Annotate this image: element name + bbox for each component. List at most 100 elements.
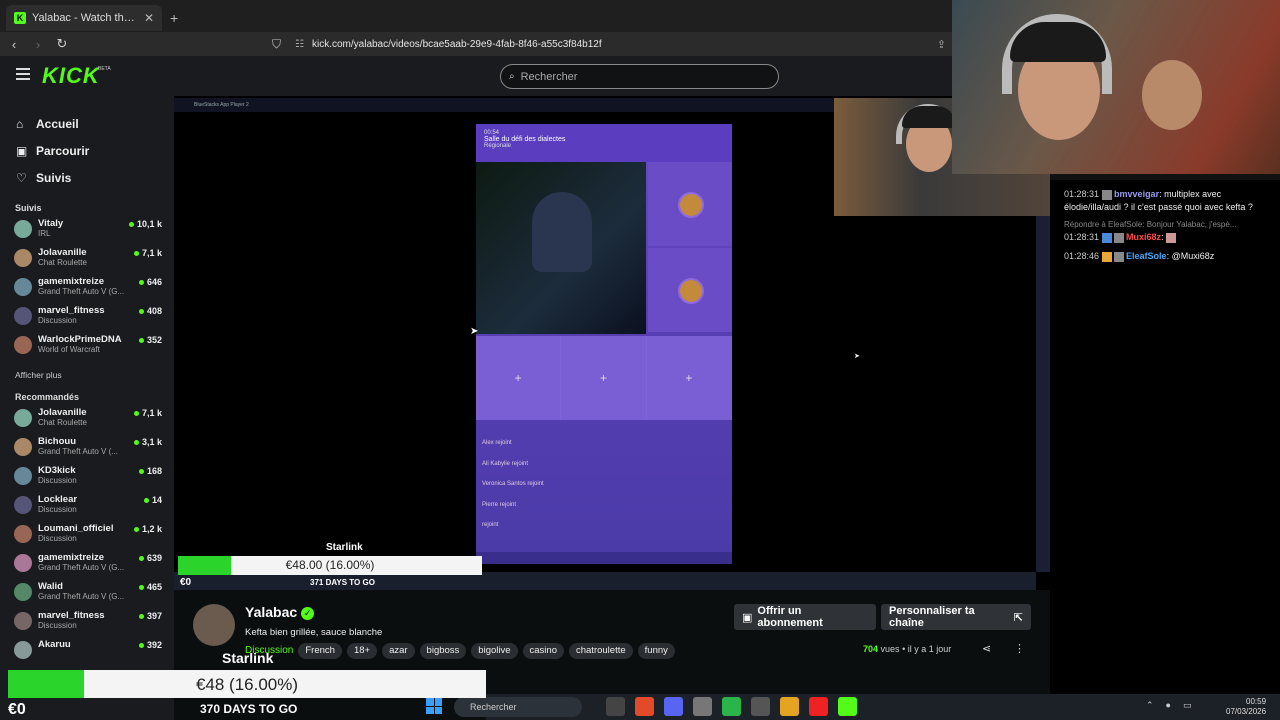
customize-channel-button[interactable]: Personnaliser ta chaîne ⇱ [881, 604, 1031, 630]
channel-category: Discussion [38, 621, 77, 630]
tag-chip[interactable]: casino [522, 643, 564, 659]
tag-chip[interactable]: bigolive [471, 643, 518, 659]
tag-chip[interactable]: chatroulette [568, 643, 633, 659]
channel-avatar [14, 496, 32, 514]
webcam-overlay-large [952, 0, 1280, 174]
chat-username[interactable]: Muxi68z [1126, 232, 1161, 242]
share-icon[interactable]: ⋖ [982, 642, 991, 655]
phone-bottom-bar [476, 552, 732, 564]
chevron-up-icon[interactable]: ⌃ [1146, 700, 1154, 711]
channel-avatar [14, 554, 32, 572]
clock[interactable]: 00:59 07/03/2026 [1226, 697, 1266, 717]
cursor-icon: ➤ [854, 353, 860, 360]
discord-icon[interactable] [664, 697, 683, 716]
channel-avatar [14, 249, 32, 267]
bluestacks-icon[interactable] [780, 697, 799, 716]
user-badge-icon [1102, 232, 1113, 243]
reload-icon[interactable]: ↻ [52, 36, 72, 52]
tag-chip[interactable]: bigboss [419, 643, 467, 659]
channel-category: Discussion [38, 316, 77, 325]
goal-label: Starlink [222, 650, 274, 666]
kick-favicon-icon: K [14, 12, 26, 24]
menu-icon[interactable] [16, 68, 30, 80]
sidebar-channel[interactable]: gamemixtreize Grand Theft Auto V (G... 639 [0, 549, 174, 578]
gift-sub-button[interactable]: ▣ Offrir un abonnement [734, 604, 876, 630]
goal-amount: €48 (16.00%) [195, 675, 299, 694]
chat-time: 01:28:46 [1064, 251, 1100, 261]
stream-title: Kefta bien grillée, sauce blanche [245, 627, 383, 638]
sidebar-channel[interactable]: Jolavanille Chat Roulette 7,1 k [0, 404, 174, 433]
bluestacks-titlebar: BlueStacks App Player 2 [174, 98, 834, 112]
tag-chip[interactable]: 18+ [346, 643, 378, 659]
settings-icon[interactable] [693, 697, 712, 716]
channel-avatar [14, 307, 32, 325]
search-placeholder: Rechercher [520, 70, 578, 83]
recommended-list: Jolavanille Chat Roulette 7,1 k Bichouu Gran… [0, 404, 174, 665]
viewer-count: 352 [139, 335, 162, 345]
network-icon[interactable]: ▭ [1183, 700, 1192, 711]
chat-username[interactable]: EleafSole [1126, 251, 1167, 261]
sidebar-channel[interactable]: Bichouu Grand Theft Auto V (... 3,1 k [0, 433, 174, 462]
streamer-avatar[interactable] [193, 604, 235, 646]
followed-list: Vitaly IRL 10,1 k Jolavanille Chat Roulette 7… [0, 215, 174, 360]
site-info-icon[interactable]: ☷ [295, 39, 304, 50]
tag-chip[interactable]: funny [637, 643, 675, 659]
url-field[interactable]: kick.com/yalabac/videos/bcae5aab-29e9-4f… [312, 39, 602, 50]
browser-tab[interactable]: K Yalabac - Watch the VOD on Kick ✕ [6, 5, 162, 31]
tag-chip[interactable]: French [298, 643, 342, 659]
more-options-icon[interactable]: ⋮ [1014, 642, 1025, 655]
sidebar-channel[interactable]: Loumani_officiel Discussion 1,2 k [0, 520, 174, 549]
file-explorer-icon[interactable] [606, 697, 625, 716]
microphone-icon[interactable]: ● [1166, 700, 1171, 711]
viewer-count: 7,1 k [134, 408, 162, 418]
bookmark-icon[interactable]: ⛉ [272, 37, 281, 52]
viewer-count: 1,2 k [134, 524, 162, 534]
tag-chip[interactable]: azar [382, 643, 415, 659]
sidebar-channel[interactable]: Akaruu 392 [0, 636, 174, 665]
viewer-count: 646 [139, 277, 162, 287]
channel-avatar [14, 583, 32, 601]
channel-category: Grand Theft Auto V (G... [38, 563, 125, 572]
sidebar-channel[interactable]: KD3kick Discussion 168 [0, 462, 174, 491]
kick-icon[interactable] [838, 697, 857, 716]
chat-username[interactable]: bmvveigar [1114, 189, 1159, 199]
streamer-name[interactable]: Yalabac ✓ [245, 604, 315, 620]
kick-logo[interactable]: KICK [42, 63, 100, 89]
guest-avatar-2 [678, 278, 704, 304]
verified-icon: ✓ [301, 606, 315, 620]
channel-avatar [14, 438, 32, 456]
emote-icon [1166, 232, 1177, 243]
app-icon[interactable] [751, 697, 770, 716]
sidebar-channel[interactable]: Walid Grand Theft Auto V (G... 465 [0, 578, 174, 607]
sidebar-channel[interactable]: Jolavanille Chat Roulette 7,1 k [0, 244, 174, 273]
brave-icon[interactable] [635, 697, 654, 716]
goal-days: 370 DAYS TO GO [200, 702, 298, 716]
share-icon[interactable]: ⇪ [937, 38, 946, 51]
site-header: KICK BETA ⌕ Rechercher [0, 56, 1050, 96]
sidebar-channel[interactable]: WarlockPrimeDNA World of Warcraft 352 [0, 331, 174, 360]
channel-category: Discussion [38, 534, 77, 543]
nav-browse[interactable]: ▣ Parcourir [0, 137, 174, 164]
sidebar-channel[interactable]: Vitaly IRL 10,1 k [0, 215, 174, 244]
nav-home[interactable]: ⌂ Accueil [0, 110, 174, 137]
channel-avatar [14, 409, 32, 427]
close-tab-icon[interactable]: ✕ [144, 11, 154, 25]
chat-reply: Répondre à EleafSole: Bonjour Yalabac, j… [1064, 220, 1237, 229]
search-input[interactable]: ⌕ Rechercher [500, 64, 779, 89]
sidebar-channel[interactable]: marvel_fitness Discussion 397 [0, 607, 174, 636]
nav-following[interactable]: ♡ Suivis [0, 164, 174, 191]
tab-title: Yalabac - Watch the VOD on Kick [32, 12, 138, 24]
show-more-link[interactable]: Afficher plus [0, 370, 174, 380]
sidebar-channel[interactable]: gamemixtreize Grand Theft Auto V (G... 646 [0, 273, 174, 302]
channel-category: Grand Theft Auto V (G... [38, 592, 125, 601]
app-icon[interactable] [722, 697, 741, 716]
new-tab-icon[interactable]: + [170, 10, 178, 26]
channel-category: Chat Roulette [38, 258, 87, 267]
donation-goal-large: Starlink €48 (16.00%) €0 370 DAYS TO GO [8, 650, 486, 720]
sidebar-channel[interactable]: marvel_fitness Discussion 408 [0, 302, 174, 331]
sidebar-channel[interactable]: Locklear Discussion 14 [0, 491, 174, 520]
back-icon[interactable]: ‹ [4, 37, 24, 52]
forward-icon[interactable]: › [28, 37, 48, 52]
goal-days: 371 DAYS TO GO [310, 578, 375, 587]
youtube-icon[interactable] [809, 697, 828, 716]
